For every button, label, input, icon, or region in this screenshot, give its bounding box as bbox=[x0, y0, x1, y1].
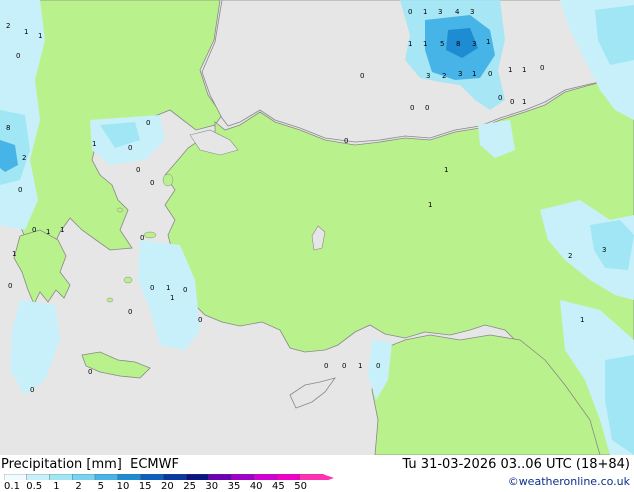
colorbar-segment bbox=[72, 474, 96, 480]
colorbar-tick-label: 15 bbox=[138, 481, 152, 492]
valid-time: Tu 31-03-2026 03..06 UTC (18+84) bbox=[402, 457, 630, 472]
precip-value-label: 3 bbox=[458, 70, 462, 78]
precip-value-label: 1 bbox=[38, 32, 42, 40]
precip-value-label: 0 bbox=[510, 98, 514, 106]
precip-value-label: 1 bbox=[24, 28, 28, 36]
map-title: Precipitation [mm] ECMWF bbox=[1, 457, 179, 472]
precip-value-label: 0 bbox=[88, 368, 92, 376]
colorbar-segment bbox=[49, 474, 73, 480]
colorbar-tick-label: 40 bbox=[249, 481, 263, 492]
colorbar-segment bbox=[117, 474, 142, 480]
precip-value-label: 0 bbox=[324, 362, 328, 370]
colorbar-tick-label: 2 bbox=[75, 481, 82, 492]
precip-value-label: 3 bbox=[472, 40, 476, 48]
precip-value-label: 0 bbox=[344, 137, 348, 145]
precip-value-label: 0 bbox=[410, 104, 414, 112]
precip-value-label: 0 bbox=[146, 119, 150, 127]
precip-value-label: 1 bbox=[46, 228, 50, 236]
precip-value-label: 2 bbox=[442, 72, 446, 80]
precip-value-label: 1 bbox=[580, 316, 584, 324]
colorbar-segment bbox=[94, 474, 119, 480]
precip-value-label: 0 bbox=[183, 286, 187, 294]
map-canvas: 0 1 3 4 31 1 5 8 3 13 2 3 1 000 01 1 00 0 121 1082010 1 10001… bbox=[0, 0, 634, 455]
precip-value-label: 0 bbox=[30, 386, 34, 394]
precip-value-label: 1 bbox=[423, 8, 427, 16]
colorbar-tick-label: 30 bbox=[205, 481, 219, 492]
precip-value-label: 0 bbox=[128, 308, 132, 316]
precip-value-label: 1 bbox=[428, 201, 432, 209]
precip-value-label: 1 bbox=[472, 70, 476, 78]
precip-value-label: 0 bbox=[425, 104, 429, 112]
precip-value-label: 8 bbox=[6, 124, 10, 132]
precip-value-label: 0 bbox=[140, 234, 144, 242]
precip-value-label: 0 bbox=[376, 362, 380, 370]
copyright-link[interactable]: ©weatheronline.co.uk bbox=[508, 475, 630, 488]
precip-value-label: 0 bbox=[16, 52, 20, 60]
colorbar-tick-label: 20 bbox=[161, 481, 174, 492]
colorbar-tick-label: 45 bbox=[272, 481, 285, 492]
precip-value-label: 0 bbox=[498, 94, 502, 102]
precip-value-label: 1 bbox=[170, 294, 174, 302]
precip-value-label: 0 bbox=[32, 226, 36, 234]
precipitation-map[interactable]: 0134311583132310000110001211082010110001… bbox=[0, 0, 634, 455]
precip-value-label: 2 bbox=[6, 22, 10, 30]
precip-value-label: 1 bbox=[486, 38, 490, 46]
precip-value-label: 1 bbox=[522, 98, 526, 106]
colorbar-segment bbox=[26, 474, 51, 480]
colorbar-tick-label: 5 bbox=[97, 481, 104, 492]
precip-value-label: 0 bbox=[8, 282, 12, 290]
colorbar-tick-label: 50 bbox=[294, 481, 307, 492]
precip-value-label: 2 bbox=[568, 252, 572, 260]
precip-value-label: 4 bbox=[455, 8, 460, 16]
precip-value-label: 0 bbox=[342, 362, 346, 370]
precip-colorbar bbox=[4, 474, 334, 480]
colorbar-tick-label: 10 bbox=[116, 481, 130, 492]
precip-value-label: 1 bbox=[92, 140, 96, 148]
colorbar-segment bbox=[4, 474, 28, 480]
colorbar-segment bbox=[231, 474, 256, 480]
colorbar-segment bbox=[185, 474, 210, 480]
precip-value-label: 0 bbox=[408, 8, 412, 16]
precip-value-label: 8 bbox=[456, 40, 460, 48]
precip-value-label: 2 bbox=[22, 154, 26, 162]
colorbar-segment bbox=[140, 474, 165, 480]
colorbar-tick-label: 0.1 bbox=[4, 481, 20, 492]
precip-value-label: 1 bbox=[423, 40, 427, 48]
precip-value-label: 0 bbox=[150, 179, 154, 187]
precip-value-label: 3 bbox=[438, 8, 442, 16]
colorbar-segment bbox=[299, 474, 324, 480]
precip-value-label: 0 bbox=[198, 316, 202, 324]
map-footer: Precipitation [mm] ECMWF Tu 31-03-2026 0… bbox=[0, 455, 634, 492]
colorbar-tick-label: 25 bbox=[183, 481, 196, 492]
precip-value-label: 1 bbox=[444, 166, 448, 174]
colorbar-segment bbox=[254, 474, 278, 480]
precip-value-label: 3 bbox=[426, 72, 430, 80]
precip-value-label: 0 bbox=[540, 64, 544, 72]
precip-value-label: 0 bbox=[488, 70, 492, 78]
precip-value-label: 1 bbox=[522, 66, 526, 74]
precip-value-label: 1 bbox=[408, 40, 412, 48]
colorbar-tick-label: 35 bbox=[227, 481, 241, 492]
precip-value-label: 0 bbox=[18, 186, 22, 194]
colorbar-segment bbox=[276, 474, 301, 480]
precip-value-label: 0 bbox=[360, 72, 364, 80]
colorbar-tick-label: 0.5 bbox=[26, 481, 43, 492]
precip-value-label: 0 bbox=[150, 284, 154, 292]
precip-value-label: 1 bbox=[166, 284, 170, 292]
precip-value-label: 1 bbox=[12, 250, 16, 258]
precip-value-label: 1 bbox=[508, 66, 512, 74]
precip-value-label: 3 bbox=[602, 246, 606, 254]
precip-value-label: 0 bbox=[136, 166, 140, 174]
precip-value-label: 0 bbox=[128, 144, 132, 152]
colorbar-arrow bbox=[322, 474, 334, 480]
colorbar-segment bbox=[163, 474, 187, 480]
precip-value-label: 1 bbox=[358, 362, 362, 370]
precip-value-label: 3 bbox=[470, 8, 474, 16]
precip-value-label: 1 bbox=[60, 226, 64, 234]
precip-value-label: 5 bbox=[440, 40, 444, 48]
colorbar-tick-label: 1 bbox=[53, 481, 60, 492]
colorbar-segment bbox=[208, 474, 233, 480]
